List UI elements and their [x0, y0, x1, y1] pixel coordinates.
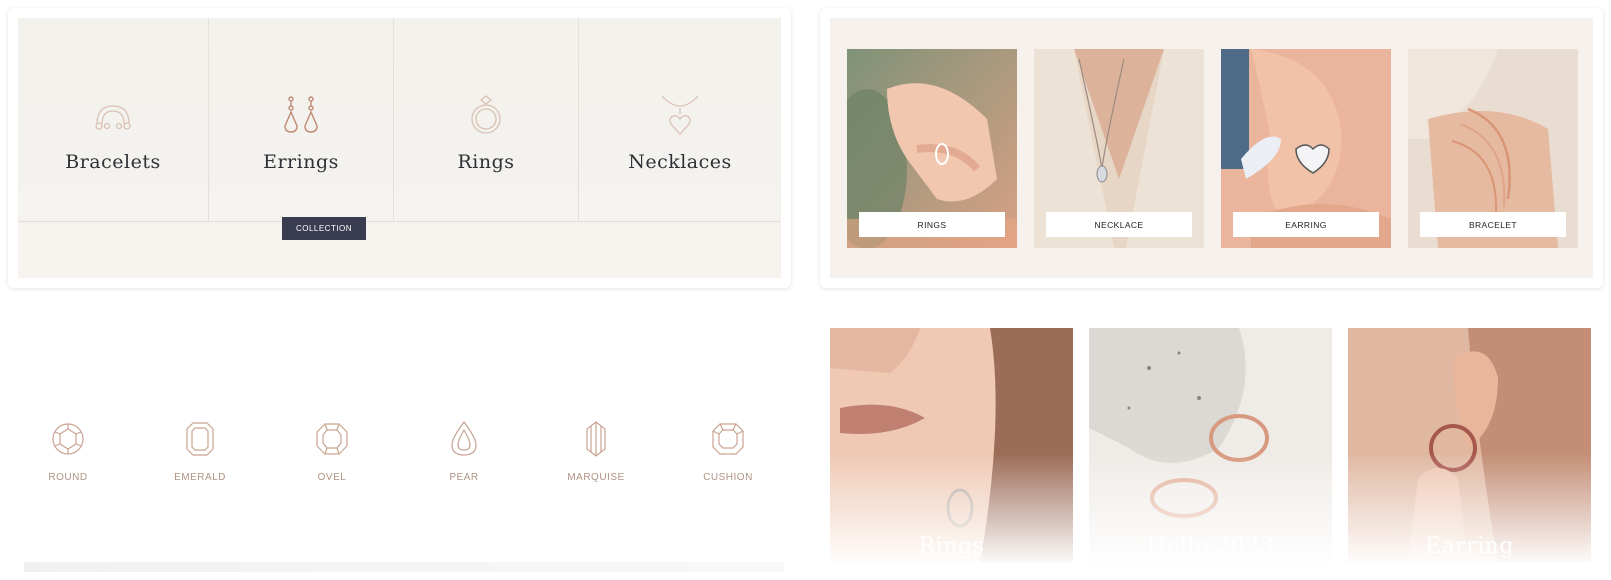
gem-shapes-row: ROUND EMERALD OVEL PEAR MARQUISE CUSHION: [18, 420, 788, 500]
banner-title: Earring: [1425, 534, 1514, 559]
round-gem-icon: [52, 423, 84, 455]
gem-label: OVEL: [317, 472, 347, 483]
cushion-gem-icon: [712, 423, 744, 455]
gem-round[interactable]: ROUND: [18, 420, 118, 483]
bracelet-icon: [95, 105, 131, 130]
category-label: Errings: [263, 151, 339, 173]
card-label: EARRING: [1233, 212, 1379, 237]
photo-card-necklace[interactable]: NECKLACE: [1034, 49, 1204, 248]
category-necklaces[interactable]: Necklaces: [579, 18, 781, 222]
pear-gem-icon: [451, 420, 477, 456]
photo-card-earring[interactable]: EARRING: [1221, 49, 1391, 248]
photo-cards-inner: RINGS NECKLACE EARRING BRACELET: [830, 18, 1593, 278]
necklace-icon: [661, 95, 699, 135]
photo-card-bracelet[interactable]: BRACELET: [1408, 49, 1578, 248]
banner-earring[interactable]: Earring: [1348, 328, 1591, 563]
gem-cushion[interactable]: CUSHION: [678, 420, 778, 483]
gem-label: EMERALD: [174, 472, 226, 483]
marquise-gem-icon: [586, 421, 606, 457]
jewelry-ui-showcase: Bracelets Errings Rings Necklaces COLLEC…: [0, 0, 1611, 580]
gem-ovel[interactable]: OVEL: [282, 420, 382, 483]
gem-emerald[interactable]: EMERALD: [150, 420, 250, 483]
category-band: Bracelets Errings Rings Necklaces: [18, 18, 781, 222]
photo-cards-panel: RINGS NECKLACE EARRING BRACELET: [820, 8, 1603, 288]
gem-marquise[interactable]: MARQUISE: [546, 420, 646, 483]
photo-card-rings[interactable]: RINGS: [847, 49, 1017, 248]
category-label: Necklaces: [628, 151, 732, 173]
category-label: Rings: [457, 151, 515, 173]
earrings-icon: [284, 96, 318, 133]
category-icons-inner: Bracelets Errings Rings Necklaces COLLEC…: [18, 18, 781, 278]
faint-footer-text: [24, 562, 784, 572]
category-label: Bracelets: [65, 151, 161, 173]
ring-icon: [471, 95, 501, 134]
oval-gem-icon: [316, 423, 348, 455]
banner-title: Rings: [918, 534, 985, 559]
gem-label: CUSHION: [703, 472, 753, 483]
card-label: NECKLACE: [1046, 212, 1192, 237]
card-label: BRACELET: [1420, 212, 1566, 237]
category-icons-panel: Bracelets Errings Rings Necklaces COLLEC…: [8, 8, 791, 288]
category-errings[interactable]: Errings: [209, 18, 394, 222]
gem-label: PEAR: [449, 472, 479, 483]
card-label: RINGS: [859, 212, 1005, 237]
banner-hello-2023[interactable]: Hello 2023: [1089, 328, 1332, 563]
gem-pear[interactable]: PEAR: [414, 420, 514, 483]
gem-label: ROUND: [48, 472, 88, 483]
category-rings[interactable]: Rings: [394, 18, 579, 222]
collection-button[interactable]: COLLECTION: [282, 217, 366, 240]
emerald-gem-icon: [186, 422, 214, 456]
banner-title: Hello 2023: [1146, 534, 1275, 559]
banner-rings[interactable]: Rings: [830, 328, 1073, 563]
gem-label: MARQUISE: [567, 472, 625, 483]
category-bracelets[interactable]: Bracelets: [18, 18, 209, 222]
